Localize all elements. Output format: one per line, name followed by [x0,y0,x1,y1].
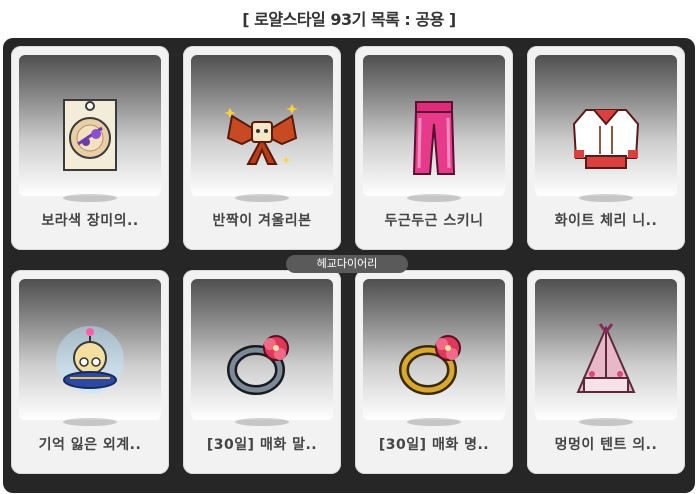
purple-rose-badge-icon [63,99,117,171]
item-name: 두근두근 스키니 [384,213,484,229]
item-name: [30일] 매화 명.. [378,437,490,453]
plum-blossom-ring-gold-icon [399,335,461,395]
plum-blossom-ring-silver-icon [227,335,289,395]
item-shadow [235,194,289,202]
item-shadow [579,194,633,202]
watermark-label: 헤교다이어리 [286,255,408,273]
page-title: [ 로얄스타일 93기 목록 : 공용 ] [242,10,456,29]
item-card-6[interactable]: [30일] 매화 말.. [183,270,341,474]
item-name: 반짝이 겨울리본 [212,213,312,229]
item-card-8[interactable]: 멍멍이 텐트 의.. [527,270,685,474]
item-name: 화이트 체리 니.. [554,213,658,229]
puppy-tent-chair-icon [576,323,636,393]
item-shadow [407,194,461,202]
item-name: 기억 잃은 외계.. [38,437,142,453]
pink-skinny-pants-icon [412,101,456,175]
item-shadow [579,418,633,426]
item-shadow [235,418,289,426]
item-shadow [407,418,461,426]
item-card-3[interactable]: 두근두근 스키니 [355,46,513,250]
item-name: 보라색 장미의.. [41,213,139,229]
ufo-alien-icon [56,326,124,394]
item-card-2[interactable]: 반짝이 겨울리본 [183,46,341,250]
item-card-7[interactable]: [30일] 매화 명.. [355,270,513,474]
item-shadow [63,194,117,202]
sparkle-ribbon-icon [224,104,298,165]
item-card-4[interactable]: 화이트 체리 니.. [527,46,685,250]
item-name: [30일] 매화 말.. [206,437,318,453]
item-shadow [63,418,117,426]
item-name: 멍멍이 텐트 의.. [554,437,658,453]
item-card-1[interactable]: 보라색 장미의.. [11,46,169,250]
white-cherry-knit-icon [572,109,640,169]
item-card-5[interactable]: 기억 잃은 외계.. [11,270,169,474]
